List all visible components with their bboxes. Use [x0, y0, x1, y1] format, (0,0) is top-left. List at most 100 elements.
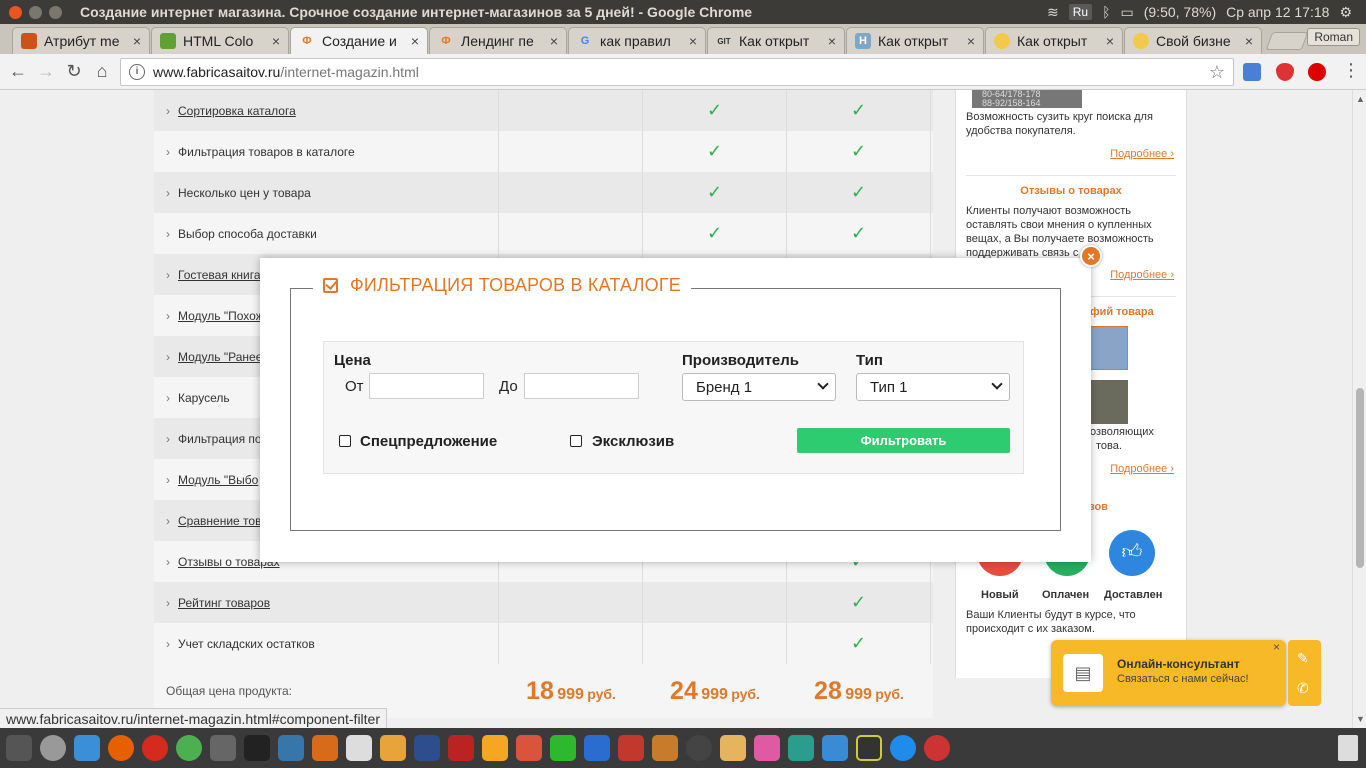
close-tab-icon[interactable]: ×: [133, 33, 141, 49]
chrome-app-icon[interactable]: [176, 735, 202, 761]
back-arrow-icon[interactable]: ←: [4, 61, 32, 82]
app-icon[interactable]: [924, 735, 950, 761]
close-window-button[interactable]: [9, 5, 22, 19]
close-tab-icon[interactable]: ×: [828, 33, 836, 49]
maximize-window-button[interactable]: [49, 5, 62, 19]
close-tab-icon[interactable]: ×: [967, 33, 975, 49]
reload-icon[interactable]: ↻: [60, 61, 88, 82]
system-settings-app-icon[interactable]: [686, 735, 712, 761]
calculator-app-icon[interactable]: [652, 735, 678, 761]
write-message-icon[interactable]: ✎: [1297, 650, 1309, 667]
code-editor-app-icon[interactable]: [414, 735, 440, 761]
special-offer-label[interactable]: Спецпредложение: [360, 433, 497, 450]
feature-link[interactable]: Рейтинг товаров: [178, 596, 270, 610]
battery-icon[interactable]: ▭: [1121, 4, 1134, 21]
clock[interactable]: Ср апр 12 17:18: [1226, 4, 1329, 20]
browser-tab-active[interactable]: Ф Создание и ×: [290, 27, 428, 54]
close-tab-icon[interactable]: ×: [689, 33, 697, 49]
close-tab-icon[interactable]: ×: [272, 33, 280, 49]
menu-kebab-icon[interactable]: ⋮: [1342, 60, 1360, 81]
chat-bubble-icon: ▤: [1063, 654, 1103, 692]
presentation-app-icon[interactable]: [618, 735, 644, 761]
close-tab-icon[interactable]: ×: [1106, 33, 1114, 49]
settings-app-icon[interactable]: [40, 735, 66, 761]
filezilla-app-icon[interactable]: [448, 735, 474, 761]
document-app-icon[interactable]: [584, 735, 610, 761]
check-icon: ✓: [787, 172, 931, 213]
price-from-input[interactable]: [369, 373, 484, 399]
close-tab-icon[interactable]: ×: [550, 33, 558, 49]
close-chat-icon[interactable]: ×: [1273, 640, 1280, 654]
shield-extension-icon[interactable]: [1276, 63, 1294, 81]
filter-button[interactable]: Фильтровать: [797, 428, 1010, 453]
feature-link[interactable]: Сравнение тов: [178, 514, 261, 528]
more-link[interactable]: Подробнее ›: [1110, 269, 1174, 281]
block-extension-icon[interactable]: [1308, 63, 1326, 81]
terminal-app-icon[interactable]: [244, 735, 270, 761]
minimize-window-button[interactable]: [29, 5, 42, 19]
phone-call-icon[interactable]: ✆: [1297, 680, 1309, 697]
battery-status[interactable]: (9:50, 78%): [1144, 4, 1216, 20]
browser-tab[interactable]: GIT Как открыт ×: [707, 27, 845, 54]
manufacturer-select[interactable]: Бренд 1: [682, 373, 836, 401]
folder-app-icon[interactable]: [822, 735, 848, 761]
new-tab-button[interactable]: [1265, 32, 1309, 50]
app-icon[interactable]: [516, 735, 542, 761]
python-app-icon[interactable]: [278, 735, 304, 761]
download-app-icon[interactable]: [890, 735, 916, 761]
browser-tab[interactable]: H Как открыт ×: [846, 27, 984, 54]
translate-extension-icon[interactable]: [1243, 63, 1261, 81]
keyboard-layout-indicator[interactable]: Ru: [1068, 4, 1093, 20]
app-icon[interactable]: [312, 735, 338, 761]
feature-link[interactable]: Сортировка каталога: [178, 104, 296, 118]
checkbox-checked-icon: [323, 278, 338, 293]
more-link[interactable]: Подробнее ›: [1110, 463, 1174, 475]
app-icon[interactable]: [856, 735, 882, 761]
settings-gear-icon[interactable]: ⚙: [1339, 4, 1352, 21]
firefox-app-icon[interactable]: [108, 735, 134, 761]
bluetooth-icon[interactable]: ᛒ: [1102, 4, 1110, 20]
app-icon[interactable]: [754, 735, 780, 761]
mail-app-icon[interactable]: [720, 735, 746, 761]
info-icon[interactable]: i: [129, 64, 145, 80]
blender-app-icon[interactable]: [482, 735, 508, 761]
spreadsheet-app-icon[interactable]: [550, 735, 576, 761]
app-icon[interactable]: [210, 735, 236, 761]
page-scrollbar[interactable]: ▲ ▼: [1352, 90, 1366, 728]
feature-link[interactable]: Модуль "Похож: [178, 309, 264, 323]
trash-icon[interactable]: [1338, 735, 1358, 761]
more-link[interactable]: Подробнее ›: [1110, 148, 1174, 160]
feature-link[interactable]: Модуль "Выбо: [178, 473, 258, 487]
browser-tab[interactable]: Атрибут me ×: [12, 27, 150, 54]
close-tab-icon[interactable]: ×: [1245, 33, 1253, 49]
close-tab-icon[interactable]: ×: [411, 33, 419, 49]
browser-tab[interactable]: Ф Лендинг пе ×: [429, 27, 567, 54]
bookmark-star-icon[interactable]: ☆: [1209, 62, 1225, 83]
feature-link[interactable]: Модуль "Ранее: [178, 350, 262, 364]
profile-button[interactable]: Roman: [1307, 28, 1360, 46]
launcher-rocket-icon[interactable]: [6, 735, 32, 761]
browser-tab[interactable]: Свой бизне ×: [1124, 27, 1262, 54]
exclusive-label[interactable]: Эксклюзив: [592, 433, 674, 450]
chevron-right-icon: ›: [166, 349, 170, 364]
finder-app-icon[interactable]: [74, 735, 100, 761]
browser-tab[interactable]: HTML Colo ×: [151, 27, 289, 54]
app-icon[interactable]: [380, 735, 406, 761]
wifi-icon[interactable]: ≋: [1047, 4, 1059, 21]
address-bar[interactable]: i www.fabricasaitov.ru/internet-magazin.…: [120, 58, 1234, 86]
price-to-input[interactable]: [524, 373, 639, 399]
scrollbar-thumb[interactable]: [1356, 388, 1364, 568]
opera-app-icon[interactable]: [142, 735, 168, 761]
forward-arrow-icon[interactable]: →: [32, 61, 60, 82]
online-consultant-widget[interactable]: ▤ Онлайн-консультант Связаться с нами се…: [1051, 640, 1286, 706]
exclusive-checkbox[interactable]: [570, 435, 582, 447]
special-offer-checkbox[interactable]: [339, 435, 351, 447]
type-select[interactable]: Тип 1: [856, 373, 1010, 401]
feature-link[interactable]: Гостевая книга: [178, 268, 261, 282]
browser-tab[interactable]: Gкак правил ×: [568, 27, 706, 54]
home-icon[interactable]: ⌂: [88, 61, 116, 82]
browser-tab[interactable]: Как открыт ×: [985, 27, 1123, 54]
text-editor-app-icon[interactable]: [346, 735, 372, 761]
image-viewer-app-icon[interactable]: [788, 735, 814, 761]
close-modal-button[interactable]: ×: [1080, 245, 1102, 267]
